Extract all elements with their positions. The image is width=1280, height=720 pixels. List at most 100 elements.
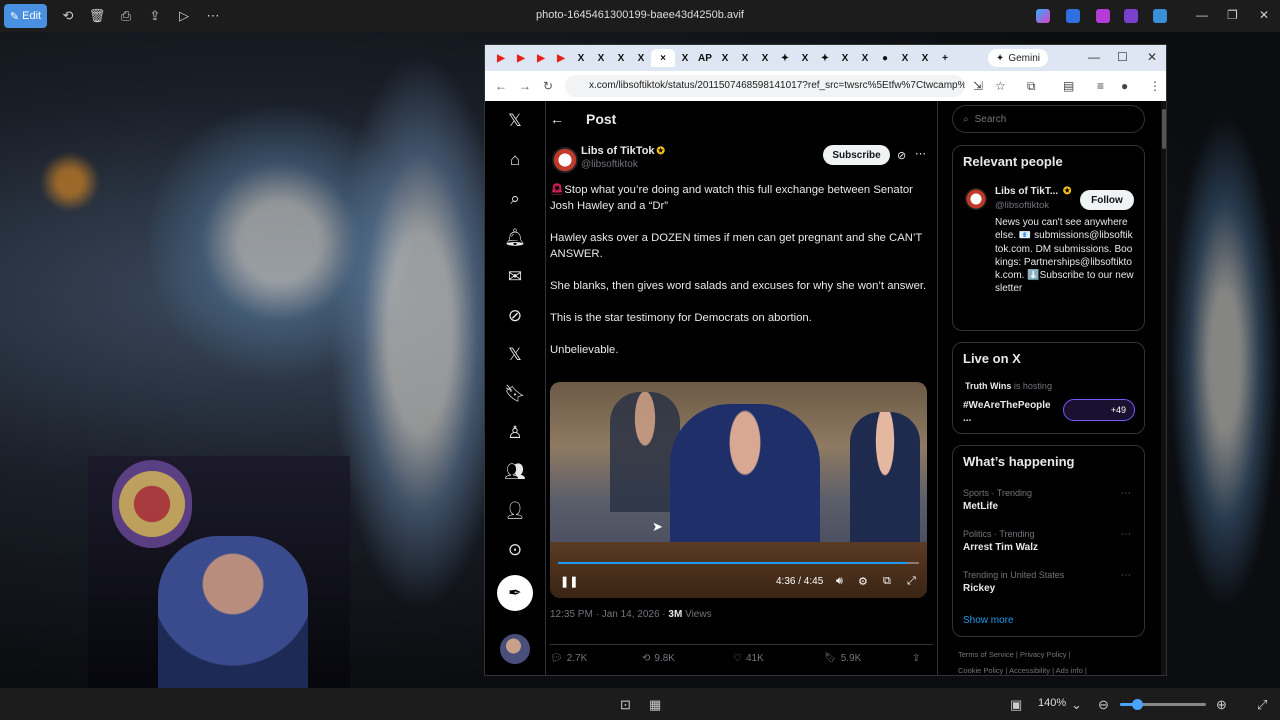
browser-tab[interactable]: ▶: [531, 49, 551, 67]
app-icon-3[interactable]: [1124, 9, 1138, 23]
author-handle[interactable]: @libsoftiktok: [581, 159, 638, 170]
follow-button[interactable]: Follow: [1080, 190, 1134, 210]
reload-icon[interactable]: ↻: [543, 79, 553, 93]
app-icon-1[interactable]: [1066, 9, 1080, 23]
forward-icon[interactable]: →: [519, 79, 531, 93]
browser-tab[interactable]: X: [715, 49, 735, 67]
trend-name[interactable]: Rickey: [963, 583, 995, 594]
filmstrip-icon[interactable]: ⊡: [620, 697, 631, 713]
live-topic[interactable]: #WeAreThePeople ...: [963, 399, 1059, 425]
compose-post-button[interactable]: ✒: [497, 575, 533, 611]
video-player[interactable]: ❚❚ 4:36 / 4:45 🔊︎ ⚙ ⧉ ⤢ ➤: [550, 382, 927, 598]
repost-button[interactable]: ⟲ 9.8K: [642, 653, 675, 664]
bookmarks-icon[interactable]: 🔖︎: [503, 382, 527, 406]
copilot-icon[interactable]: [1036, 9, 1050, 23]
delete-icon[interactable]: 🗑: [89, 8, 106, 24]
footer-links[interactable]: Terms of Service | Privacy Policy |: [958, 650, 1071, 659]
zoom-out-icon[interactable]: ⊖: [1098, 697, 1109, 713]
app-icon-4[interactable]: [1153, 9, 1167, 23]
profile-nav-icon[interactable]: 👤︎: [503, 499, 527, 523]
account-avatar[interactable]: [500, 634, 530, 664]
minimize-icon[interactable]: —: [1196, 8, 1208, 22]
more-options-icon[interactable]: ⋯: [205, 8, 221, 24]
settings-icon[interactable]: ⚙: [858, 575, 868, 588]
back-icon[interactable]: ←: [495, 79, 507, 93]
browser-tab[interactable]: X: [915, 49, 935, 67]
url-field[interactable]: x.com/libsoftiktok/status/20115074685981…: [565, 75, 965, 97]
x-logo-icon[interactable]: 𝕏: [503, 109, 527, 133]
video-progress-bar[interactable]: [558, 562, 919, 564]
trend-more-icon[interactable]: ⋯: [1121, 570, 1131, 581]
close-icon[interactable]: ✕: [1259, 8, 1269, 22]
jobs-icon[interactable]: ♙: [503, 421, 527, 445]
browser-close-icon[interactable]: ✕: [1147, 50, 1157, 64]
browser-tab[interactable]: X: [571, 49, 591, 67]
author-name-row[interactable]: Libs of TikTok ✪: [581, 145, 665, 157]
explore-icon[interactable]: ⌕: [503, 187, 527, 211]
browser-tab[interactable]: ✦: [775, 49, 795, 67]
browser-tab[interactable]: X: [675, 49, 695, 67]
zoom-level[interactable]: 140%: [1038, 697, 1066, 709]
search-input[interactable]: ⌕ Search: [952, 105, 1145, 133]
media-icon[interactable]: ≡: [1097, 79, 1104, 93]
author-name[interactable]: Libs of TikTok: [581, 145, 655, 157]
browser-tab[interactable]: AP: [695, 49, 715, 67]
relevant-handle[interactable]: @libsoftiktok: [995, 200, 1049, 211]
back-arrow-icon[interactable]: ←: [550, 111, 564, 127]
browser-tab[interactable]: X: [611, 49, 631, 67]
edit-button[interactable]: ✎ Edit: [4, 4, 47, 28]
browser-tab[interactable]: X: [755, 49, 775, 67]
trend-name[interactable]: Arrest Tim Walz: [963, 542, 1038, 553]
maximize-icon[interactable]: ❐: [1227, 8, 1238, 22]
trend-name[interactable]: MetLife: [963, 501, 998, 512]
app-icon-2[interactable]: [1096, 9, 1110, 23]
browser-tab[interactable]: X: [735, 49, 755, 67]
browser-tab[interactable]: ▶: [511, 49, 531, 67]
fullscreen-icon[interactable]: ⤢: [907, 575, 916, 588]
trend-more-icon[interactable]: ⋯: [1121, 529, 1131, 540]
live-host[interactable]: Truth Wins is hosting: [965, 381, 1052, 391]
pause-icon[interactable]: ❚❚: [560, 575, 578, 588]
browser-tab[interactable]: X: [895, 49, 915, 67]
browser-tab[interactable]: ✦: [815, 49, 835, 67]
premium-icon[interactable]: 𝕏: [503, 343, 527, 367]
browser-minimize-icon[interactable]: —: [1088, 50, 1100, 64]
gemini-button[interactable]: ✦ Gemini: [987, 49, 1048, 67]
zoom-slider[interactable]: [1120, 699, 1206, 710]
browser-tab[interactable]: X: [795, 49, 815, 67]
trend-more-icon[interactable]: ⋯: [1121, 488, 1131, 499]
pip-icon[interactable]: ⧉: [883, 575, 891, 588]
browser-tab[interactable]: X: [591, 49, 611, 67]
fullscreen-viewer-icon[interactable]: ⤢: [1257, 697, 1267, 713]
relevant-avatar[interactable]: [965, 188, 987, 210]
browser-tab[interactable]: X: [835, 49, 855, 67]
install-app-icon[interactable]: ⇲: [973, 79, 983, 93]
like-button[interactable]: ♡ 41K: [733, 653, 764, 664]
grok-explain-icon[interactable]: ⊘: [897, 149, 906, 162]
profile-icon[interactable]: ●: [1121, 79, 1128, 93]
browser-menu-icon[interactable]: ⋮: [1149, 79, 1161, 93]
share-icon[interactable]: ⇪: [147, 8, 163, 24]
browser-tab[interactable]: ▶: [551, 49, 571, 67]
new-tab-icon[interactable]: +: [935, 49, 955, 67]
print-icon[interactable]: ⎙: [118, 8, 134, 24]
fit-icon[interactable]: ▣: [1010, 697, 1022, 713]
reply-button[interactable]: 💬︎ 2.7K: [550, 653, 587, 664]
browser-tab[interactable]: ▶: [491, 49, 511, 67]
browser-maximize-icon[interactable]: ☐: [1117, 50, 1128, 64]
relevant-name-row[interactable]: Libs of TikT... ✪: [995, 186, 1071, 197]
share-post-button[interactable]: ⇪: [912, 653, 920, 664]
browser-tab[interactable]: X: [855, 49, 875, 67]
more-nav-icon[interactable]: ⊙: [503, 538, 527, 562]
author-avatar[interactable]: [552, 147, 578, 173]
info-icon[interactable]: ▦: [649, 697, 661, 713]
zoom-dropdown-icon[interactable]: ⌄: [1071, 697, 1082, 713]
bookmark-star-icon[interactable]: ☆: [995, 79, 1006, 93]
zoom-in-icon[interactable]: ⊕: [1216, 697, 1227, 713]
bookmark-button[interactable]: 🔖︎ 5.9K: [824, 653, 861, 664]
subscribe-button[interactable]: Subscribe: [823, 145, 890, 165]
relevant-name[interactable]: Libs of TikT...: [995, 186, 1058, 197]
browser-tab[interactable]: ●: [875, 49, 895, 67]
post-timestamp[interactable]: 12:35 PM · Jan 14, 2026 ·: [550, 609, 668, 620]
live-listeners-pill[interactable]: +49: [1063, 399, 1135, 421]
